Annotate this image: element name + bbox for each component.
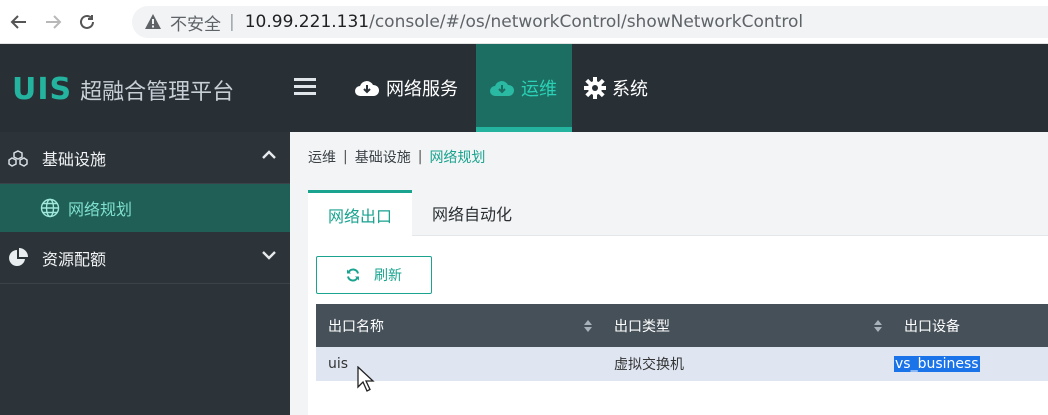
- breadcrumb-current: 网络规划: [429, 150, 486, 166]
- content-panel: 网络出口 网络自动化 刷新 出口名称 出口类型 出口设备 uis 虚拟交换机 v…: [308, 190, 1048, 415]
- cloud-icon: [355, 81, 380, 96]
- logo-mark: UIS: [12, 72, 73, 107]
- sidebar-group-label: 基础设施: [42, 149, 107, 169]
- column-header-name[interactable]: 出口名称: [316, 304, 602, 347]
- cell-device: vs_business: [892, 347, 1048, 381]
- sidebar: 基础设施 网络规划 资源配额: [0, 132, 290, 415]
- cell-type: 虚拟交换机: [614, 357, 684, 373]
- table-row[interactable]: uis 虚拟交换机 vs_business: [316, 347, 1048, 381]
- gear-icon: [584, 77, 606, 99]
- logo-text: 超融合管理平台: [80, 80, 235, 105]
- breadcrumb-item[interactable]: 基础设施: [355, 147, 411, 167]
- column-header-type[interactable]: 出口类型: [602, 304, 892, 347]
- nav-network-services[interactable]: 网络服务: [348, 44, 472, 132]
- reload-icon[interactable]: [72, 7, 102, 37]
- sidebar-group-infrastructure[interactable]: 基础设施: [0, 132, 290, 184]
- tab-network-automation[interactable]: 网络自动化: [412, 190, 532, 236]
- breadcrumb-item[interactable]: 运维: [308, 147, 336, 167]
- nav-label: 系统: [612, 79, 648, 100]
- refresh-label: 刷新: [374, 268, 402, 284]
- refresh-icon: [347, 268, 359, 282]
- egress-table: 出口名称 出口类型 出口设备 uis 虚拟交换机 vs_business: [316, 304, 1048, 381]
- nav-operations[interactable]: 运维: [476, 44, 572, 139]
- sidebar-item-label: 网络规划: [68, 200, 133, 219]
- nav-label: 网络服务: [386, 79, 458, 100]
- url-path: /console/#/os/networkControl/showNetwork…: [369, 12, 804, 32]
- browser-toolbar: 不安全 | 10.99.221.131/console/#/os/network…: [0, 0, 1048, 44]
- column-header-label: 出口名称: [328, 318, 384, 335]
- tab-bar: 网络出口 网络自动化: [308, 190, 1048, 237]
- refresh-button[interactable]: 刷新: [316, 256, 432, 294]
- back-arrow-icon[interactable]: [4, 7, 34, 37]
- table-header: 出口名称 出口类型 出口设备: [316, 304, 1048, 347]
- address-separator: |: [229, 12, 235, 32]
- sort-icon[interactable]: [874, 320, 882, 332]
- chevron-down-icon: [262, 251, 276, 260]
- sidebar-item-network-planning[interactable]: 网络规划: [0, 184, 290, 232]
- chevron-up-icon: [262, 150, 276, 159]
- mouse-cursor-icon: [357, 366, 375, 392]
- address-bar[interactable]: 不安全 | 10.99.221.131/console/#/os/network…: [132, 6, 1048, 38]
- globe-icon: [40, 198, 60, 218]
- nav-label: 运维: [521, 79, 557, 100]
- column-header-label: 出口类型: [614, 318, 670, 335]
- sort-icon[interactable]: [584, 320, 592, 332]
- nav-system[interactable]: 系统: [584, 44, 674, 132]
- breadcrumb-separator: |: [343, 149, 348, 165]
- insecure-label: 不安全: [170, 14, 221, 35]
- warning-icon: [145, 14, 161, 29]
- main-content: 运维 | 基础设施 | 网络规划 网络出口 网络自动化 刷新 出口名称 出口类型…: [290, 132, 1048, 415]
- logo: UIS 超融合管理平台: [12, 72, 235, 107]
- cloud-icon: [490, 81, 515, 96]
- column-header-label: 出口设备: [904, 318, 960, 335]
- url-host: 10.99.221.131: [244, 12, 370, 32]
- app-header: UIS 超融合管理平台 网络服务 运维 系统: [0, 44, 1048, 139]
- selected-text: vs_business: [894, 356, 980, 372]
- menu-icon[interactable]: [294, 78, 316, 96]
- breadcrumb: 运维 | 基础设施 | 网络规划: [290, 132, 1048, 182]
- breadcrumb-separator: |: [417, 149, 423, 165]
- tab-network-egress[interactable]: 网络出口: [308, 190, 413, 237]
- infrastructure-icon: [8, 149, 28, 167]
- pie-chart-icon: [9, 247, 28, 266]
- forward-arrow-icon[interactable]: [38, 7, 68, 37]
- sidebar-group-resource-quota[interactable]: 资源配额: [0, 232, 290, 284]
- column-header-device[interactable]: 出口设备: [892, 304, 1048, 347]
- sidebar-group-label: 资源配额: [42, 249, 107, 269]
